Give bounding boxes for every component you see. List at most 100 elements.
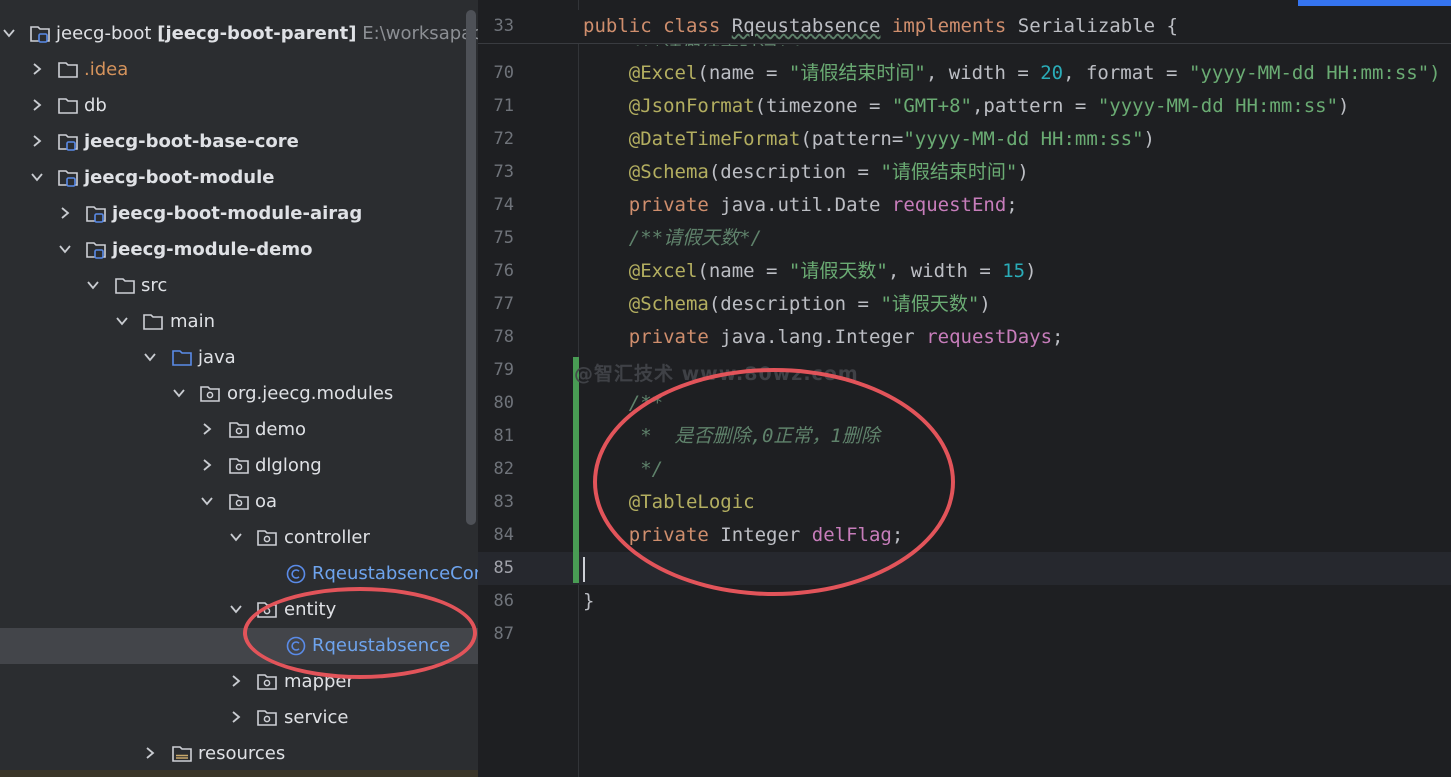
- chevron-right-icon[interactable]: [200, 422, 214, 436]
- line-number: 82: [493, 459, 514, 479]
- tree-item-label: oa: [255, 491, 278, 512]
- tree-item-mapper[interactable]: mapper: [0, 664, 478, 700]
- code-line[interactable]: 74 private java.util.Date requestEnd;: [478, 189, 1451, 222]
- package-icon: [228, 491, 250, 513]
- tree-item-label: dlglong: [255, 455, 322, 476]
- tree-item-label: src: [141, 275, 168, 296]
- module-folder-icon: [29, 23, 51, 45]
- package-icon: [256, 527, 278, 549]
- code-line[interactable]: 72 @DateTimeFormat(pattern="yyyy-MM-dd H…: [478, 123, 1451, 156]
- tree-item-dlglong[interactable]: dlglong: [0, 448, 478, 484]
- code-line[interactable]: 81 * 是否删除,0正常，1删除: [478, 420, 1451, 453]
- folder-icon: [57, 59, 79, 81]
- chevron-down-icon[interactable]: [115, 314, 129, 328]
- package-icon: [256, 707, 278, 729]
- code-line[interactable]: 83 @TableLogic: [478, 486, 1451, 519]
- chevron-right-icon[interactable]: [229, 710, 243, 724]
- code-line-text: @Schema(description = "请假结束时间"): [628, 161, 1029, 183]
- code-line-text: @Excel(name = "请假天数", width = 15): [628, 260, 1037, 282]
- code-line[interactable]: 80 /**: [478, 387, 1451, 420]
- line-number: 33: [493, 16, 514, 36]
- code-line-text: }: [583, 590, 595, 612]
- package-icon: [228, 455, 250, 477]
- vcs-change-marker[interactable]: [573, 357, 579, 583]
- tree-item-label: main: [170, 311, 215, 332]
- code-line[interactable]: 73 @Schema(description = "请假结束时间"): [478, 156, 1451, 189]
- chevron-right-icon[interactable]: [30, 98, 44, 112]
- chevron-right-icon[interactable]: [30, 134, 44, 148]
- chevron-right-icon[interactable]: [58, 206, 72, 220]
- code-line[interactable]: 77 @Schema(description = "请假天数"): [478, 288, 1451, 321]
- code-line[interactable]: 84 private Integer delFlag;: [478, 519, 1451, 552]
- chevron-right-icon[interactable]: [143, 746, 157, 760]
- line-number: 70: [493, 63, 514, 83]
- tree-item-entity[interactable]: entity: [0, 592, 478, 628]
- tree-item-label: java: [198, 347, 236, 368]
- code-line[interactable]: 76 @Excel(name = "请假天数", width = 15): [478, 255, 1451, 288]
- active-tab-indicator: [1298, 0, 1451, 6]
- tree-item-demo[interactable]: demo: [0, 412, 478, 448]
- tree-item-main[interactable]: main: [0, 304, 478, 340]
- chevron-down-icon[interactable]: [2, 26, 16, 40]
- line-number: 79: [493, 360, 514, 380]
- code-line-current[interactable]: 85: [478, 552, 1451, 585]
- chevron-down-icon[interactable]: [86, 278, 100, 292]
- code-line[interactable]: 70 @Excel(name = "请假结束时间", width = 20, f…: [478, 57, 1451, 90]
- tree-item-label: jeecg-module-demo: [112, 239, 313, 260]
- package-icon: [256, 599, 278, 621]
- chevron-right-icon[interactable]: [200, 458, 214, 472]
- tree-item-org-jeecg-modules[interactable]: org.jeecg.modules: [0, 376, 478, 412]
- sticky-class-header[interactable]: 33 public class Rqeustabsence implements…: [478, 10, 1451, 44]
- tree-item-idea[interactable]: .idea: [0, 52, 478, 88]
- code-line[interactable]: 71 @JsonFormat(timezone = "GMT+8",patter…: [478, 90, 1451, 123]
- java-class-icon: [285, 563, 307, 585]
- code-line[interactable]: 86 }: [478, 585, 1451, 618]
- code-line-text: @Schema(description = "请假天数"): [628, 293, 991, 315]
- code-line[interactable]: 75 /**请假天数*/: [478, 222, 1451, 255]
- tree-item-label: controller: [284, 527, 370, 548]
- folder-icon: [57, 95, 79, 117]
- code-line-text: /**请假天数*/: [628, 227, 762, 249]
- tree-item-label: resources: [198, 743, 286, 764]
- tree-item-label: Rqeustabsence: [312, 635, 451, 656]
- chevron-down-icon[interactable]: [200, 494, 214, 508]
- chevron-down-icon[interactable]: [58, 242, 72, 256]
- tree-item-db[interactable]: db: [0, 88, 478, 124]
- code-line[interactable]: 82 */: [478, 453, 1451, 486]
- tree-item-service[interactable]: service: [0, 700, 478, 736]
- code-line-text: public class Rqeustabsence implements Se…: [583, 15, 1178, 37]
- tree-item-src[interactable]: src: [0, 268, 478, 304]
- chevron-down-icon[interactable]: [229, 530, 243, 544]
- chevron-down-icon[interactable]: [229, 602, 243, 616]
- tree-item-rqeustabsence[interactable]: Rqeustabsence: [0, 628, 478, 664]
- code-line-text: private java.lang.Integer requestDays;: [628, 326, 1064, 348]
- module-folder-icon: [57, 131, 79, 153]
- tree-item-jeecg-boot-module-airag[interactable]: jeecg-boot-module-airag: [0, 196, 478, 232]
- tree-item-label: jeecg-boot-module-airag: [112, 203, 363, 224]
- code-line-text: @DateTimeFormat(pattern="yyyy-MM-dd HH:m…: [628, 128, 1155, 150]
- tree-item-java[interactable]: java: [0, 340, 478, 376]
- tree-item-controller[interactable]: controller: [0, 520, 478, 556]
- chevron-down-icon[interactable]: [30, 170, 44, 184]
- code-line-text: @Excel(name = "请假结束时间", width = 20, form…: [628, 62, 1441, 84]
- tree-scrollbar[interactable]: [466, 10, 476, 525]
- chevron-down-icon[interactable]: [143, 350, 157, 364]
- tree-item-jeecg-boot[interactable]: jeecg-boot [jeecg-boot-parent] E:\worksa…: [0, 16, 478, 52]
- tree-item-oa[interactable]: oa: [0, 484, 478, 520]
- code-line[interactable]: 78 private java.lang.Integer requestDays…: [478, 321, 1451, 354]
- code-line-text: * 是否删除,0正常，1删除: [640, 425, 880, 447]
- tree-item-label: org.jeecg.modules: [227, 383, 394, 404]
- tree-item-label: demo: [255, 419, 307, 440]
- tree-item-resources[interactable]: resources: [0, 736, 478, 772]
- tree-item-rqeustabsence-controller[interactable]: RqeustabsenceCont: [0, 556, 478, 592]
- tree-item-jeecg-boot-module[interactable]: jeecg-boot-module: [0, 160, 478, 196]
- chevron-right-icon[interactable]: [30, 62, 44, 76]
- source-folder-icon: [171, 347, 193, 369]
- tree-item-label: db: [84, 95, 107, 116]
- chevron-right-icon[interactable]: [229, 674, 243, 688]
- code-editor[interactable]: /**请假结束时间*/ 33 public class Rqeustabsenc…: [478, 0, 1451, 777]
- code-line[interactable]: 87: [478, 618, 1451, 651]
- tree-item-jeecg-module-demo[interactable]: jeecg-module-demo: [0, 232, 478, 268]
- chevron-down-icon[interactable]: [172, 386, 186, 400]
- tree-item-jeecg-boot-base-core[interactable]: jeecg-boot-base-core: [0, 124, 478, 160]
